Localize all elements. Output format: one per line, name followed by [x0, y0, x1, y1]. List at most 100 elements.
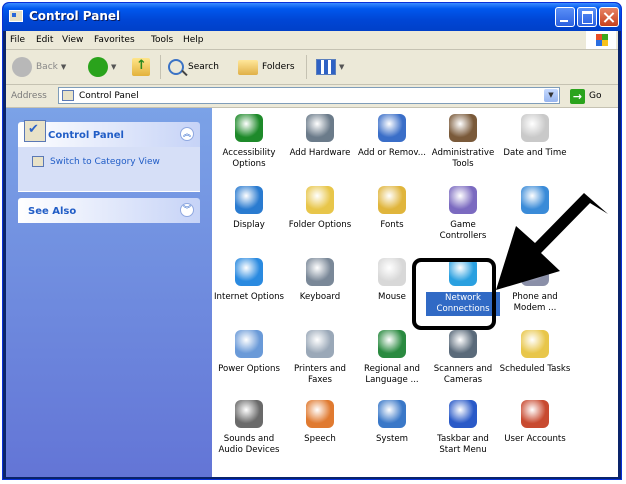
- switch-to-category-view-link[interactable]: Switch to Category View: [50, 157, 160, 167]
- minimize-button[interactable]: [555, 7, 575, 27]
- add-hardware-icon: [306, 114, 334, 142]
- see-also-title: See Also: [28, 206, 77, 217]
- search-icon: [168, 59, 184, 75]
- control-panel-item[interactable]: System: [355, 400, 429, 445]
- menu-edit[interactable]: Edit: [36, 35, 53, 45]
- up-folder-icon: [132, 58, 150, 76]
- item-label: Accessibility Options: [222, 148, 276, 169]
- game-controllers-icon: [449, 186, 477, 214]
- control-panel-item[interactable]: Administrative Tools: [426, 114, 500, 170]
- views-button[interactable]: ▼: [316, 55, 344, 79]
- menu-tools[interactable]: Tools: [151, 35, 173, 45]
- item-label: Fonts: [380, 220, 404, 230]
- control-panel-item[interactable]: Add Hardware: [283, 114, 357, 159]
- see-also-box: See Also ︾: [18, 198, 200, 223]
- folders-icon: [238, 59, 258, 75]
- menu-file[interactable]: File: [10, 35, 25, 45]
- phone-modem-icon: [521, 258, 549, 286]
- address-dropdown-icon[interactable]: ▼: [544, 89, 558, 102]
- control-panel-item[interactable]: Date and Time: [498, 114, 572, 159]
- address-bar: Address Control Panel ▼ → Go: [6, 85, 618, 108]
- control-panel-item[interactable]: Speech: [283, 400, 357, 445]
- fonts-icon: [378, 186, 406, 214]
- control-panel-item[interactable]: Display: [212, 186, 286, 231]
- menu-bar: File Edit View Favorites Tools Help: [6, 31, 618, 50]
- keyboard-icon: [306, 258, 334, 286]
- control-panel-item[interactable]: Folder Options: [283, 186, 357, 231]
- item-label: Sounds and Audio Devices: [218, 434, 280, 455]
- item-label: Power Options: [218, 364, 280, 374]
- control-panel-icon: [24, 120, 46, 142]
- expand-chevron-icon[interactable]: ︾: [180, 203, 194, 217]
- collapse-chevron-icon[interactable]: ︽: [180, 127, 194, 141]
- item-label: Internet Options: [213, 292, 284, 302]
- control-panel-item[interactable]: Accessibility Options: [212, 114, 286, 170]
- item-label: Scanners and Cameras: [433, 364, 493, 385]
- go-button[interactable]: → Go: [570, 88, 601, 104]
- maximize-button[interactable]: [577, 7, 597, 27]
- toolbar: Back ▼ ▼ Search Folders ▼: [6, 50, 618, 85]
- menu-help[interactable]: Help: [183, 35, 204, 45]
- control-panel-item[interactable]: Scanners and Cameras: [426, 330, 500, 386]
- administrative-tools-icon: [449, 114, 477, 142]
- control-panel-item[interactable]: [498, 186, 572, 220]
- forward-dropdown-icon[interactable]: ▼: [111, 63, 116, 71]
- item-label: Display: [233, 220, 265, 230]
- see-also-header[interactable]: See Also ︾: [18, 198, 200, 223]
- scheduled-tasks-icon: [521, 330, 549, 358]
- control-panel-item[interactable]: Internet Options: [212, 258, 286, 303]
- control-panel-small-icon: [62, 90, 74, 101]
- item-label: Phone and Modem ...: [512, 292, 558, 313]
- address-value: Control Panel: [79, 91, 139, 101]
- control-panel-item[interactable]: Fonts: [355, 186, 429, 231]
- toolbar-separator: [160, 55, 161, 79]
- menu-favorites[interactable]: Favorites: [94, 35, 135, 45]
- back-dropdown-icon[interactable]: ▼: [61, 63, 66, 71]
- window-client: File Edit View Favorites Tools Help Back…: [6, 31, 618, 477]
- folders-button[interactable]: Folders: [238, 55, 295, 79]
- control-panel-item[interactable]: Scheduled Tasks: [498, 330, 572, 375]
- control-panel-item[interactable]: Regional and Language ...: [355, 330, 429, 386]
- control-panel-box-body: Switch to Category View: [18, 147, 200, 192]
- control-panel-item[interactable]: Phone and Modem ...: [498, 258, 572, 314]
- control-panel-box-header[interactable]: Control Panel ︽: [18, 120, 200, 147]
- control-panel-item[interactable]: Printers and Faxes: [283, 330, 357, 386]
- search-button[interactable]: Search: [168, 55, 219, 79]
- mouse-icon: [378, 258, 406, 286]
- views-icon: [316, 59, 336, 75]
- control-panel-item[interactable]: Add or Remov...: [355, 114, 429, 159]
- system-icon: [378, 400, 406, 428]
- close-button[interactable]: [599, 7, 619, 27]
- item-label: Printers and Faxes: [294, 364, 346, 385]
- control-panel-item[interactable]: Sounds and Audio Devices: [212, 400, 286, 456]
- control-panel-app-icon: [9, 10, 23, 22]
- back-arrow-icon: [12, 57, 32, 77]
- views-dropdown-icon[interactable]: ▼: [339, 63, 344, 71]
- menu-view[interactable]: View: [62, 35, 83, 45]
- sounds-audio-icon: [235, 400, 263, 428]
- control-panel-item[interactable]: User Accounts: [498, 400, 572, 445]
- control-panel-item[interactable]: Game Controllers: [426, 186, 500, 242]
- user-accounts-icon: [521, 400, 549, 428]
- regional-language-icon: [378, 330, 406, 358]
- item-label: System: [375, 434, 409, 444]
- item-label: Scheduled Tasks: [499, 364, 571, 374]
- scanners-cameras-icon: [449, 330, 477, 358]
- address-input[interactable]: Control Panel ▼: [58, 87, 560, 104]
- item-label: Add or Remov...: [357, 148, 426, 158]
- back-button[interactable]: Back ▼: [12, 55, 66, 79]
- power-options-icon: [235, 330, 263, 358]
- item-label: Speech: [304, 434, 336, 444]
- item-label: Administrative Tools: [431, 148, 495, 169]
- title-bar[interactable]: Control Panel: [3, 3, 621, 31]
- windows-logo-icon: [586, 31, 616, 49]
- forward-button[interactable]: ▼: [88, 55, 116, 79]
- control-panel-item[interactable]: Taskbar and Start Menu: [426, 400, 500, 456]
- control-panel-item[interactable]: Power Options: [212, 330, 286, 375]
- forward-arrow-icon: [88, 57, 108, 77]
- up-folder-button[interactable]: [132, 55, 150, 79]
- control-panel-item[interactable]: Keyboard: [283, 258, 357, 303]
- item-label: Taskbar and Start Menu: [437, 434, 489, 455]
- toolbar-separator: [306, 55, 307, 79]
- internet-options-icon: [235, 258, 263, 286]
